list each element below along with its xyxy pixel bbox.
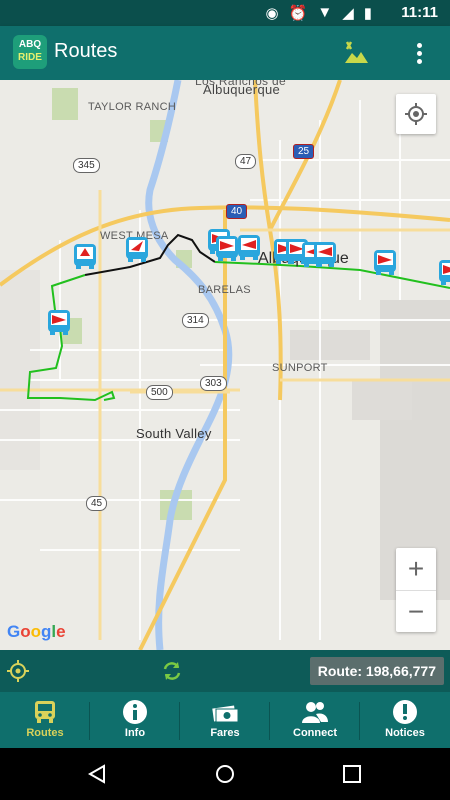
- signal-icon: ◢: [342, 5, 354, 22]
- bus-icon: [35, 701, 55, 723]
- tab-notices[interactable]: Notices: [360, 692, 450, 748]
- app-bar: ABQ RIDE Routes: [0, 26, 450, 80]
- alarm-icon: ⏰: [288, 5, 308, 22]
- location-icon: ◉: [265, 5, 279, 22]
- bus-marker[interactable]: [46, 308, 72, 336]
- tab-fares[interactable]: Fares: [180, 692, 270, 748]
- tab-info-label: Info: [124, 727, 146, 739]
- label-south-valley: South Valley: [136, 426, 212, 441]
- people-icon: [302, 702, 328, 723]
- info-icon: [123, 700, 147, 724]
- bus-marker[interactable]: [372, 248, 398, 276]
- app-logo: ABQ RIDE: [13, 35, 47, 69]
- target-icon[interactable]: [6, 659, 30, 683]
- map-view[interactable]: TAYLOR RANCH Los Ranchos de Albuquerque …: [0, 80, 450, 650]
- route-303-shield: 303: [200, 376, 227, 391]
- bus-marker[interactable]: [124, 235, 150, 263]
- recents-icon[interactable]: [342, 764, 362, 784]
- route-selector-button[interactable]: Route: 198,66,777: [309, 657, 444, 685]
- tab-fares-label: Fares: [210, 727, 240, 739]
- overflow-menu-icon[interactable]: [412, 40, 426, 66]
- money-icon: [212, 705, 239, 723]
- label-sunport: SUNPORT: [272, 362, 328, 374]
- tab-connect[interactable]: Connect: [270, 692, 360, 748]
- interstate-25-shield: 25: [293, 144, 315, 159]
- zoom-in-button[interactable]: +: [396, 548, 436, 590]
- tab-routes-label: Routes: [26, 727, 64, 739]
- route-toolbar: Route: 198,66,777: [0, 650, 450, 692]
- status-icons: ◉ ⏰ ▼ ◢ ▮: [266, 4, 372, 22]
- status-bar: ◉ ⏰ ▼ ◢ ▮ 11:11: [0, 0, 450, 26]
- route-47-shield: 47: [235, 154, 257, 169]
- tab-info[interactable]: Info: [90, 692, 180, 748]
- tab-notices-label: Notices: [385, 727, 425, 739]
- my-location-button[interactable]: [396, 94, 436, 134]
- page-title: Routes: [54, 40, 118, 62]
- label-barelas: BARELAS: [198, 284, 251, 296]
- label-albuquerque-north: Albuquerque: [203, 82, 281, 97]
- route-500-shield: 500: [146, 385, 173, 400]
- interstate-40-shield: 40: [226, 204, 248, 219]
- route-314-shield: 314: [182, 313, 209, 328]
- zoom-controls: + −: [396, 548, 436, 632]
- back-icon[interactable]: [86, 763, 108, 785]
- home-icon[interactable]: [214, 763, 236, 785]
- bus-marker[interactable]: [312, 240, 338, 268]
- tab-routes[interactable]: Routes: [0, 692, 90, 748]
- wifi-icon: ▼: [317, 4, 333, 21]
- bus-marker[interactable]: [437, 258, 450, 286]
- google-attribution: Google: [7, 622, 66, 641]
- refresh-icon[interactable]: [160, 659, 184, 683]
- map-base: [0, 80, 450, 650]
- alert-icon: [393, 700, 417, 724]
- route-45-shield: 45: [86, 496, 108, 511]
- battery-icon: ▮: [363, 5, 372, 22]
- crosshair-icon: [405, 103, 427, 125]
- route-345-shield: 345: [73, 158, 100, 173]
- tab-connect-label: Connect: [293, 727, 337, 739]
- bus-marker[interactable]: [72, 242, 98, 270]
- logo-top-text: ABQ: [18, 39, 42, 50]
- map-style-icon[interactable]: [342, 39, 370, 67]
- label-taylor-ranch: TAYLOR RANCH: [88, 101, 177, 113]
- logo-bottom-text: RIDE: [18, 52, 42, 63]
- zoom-out-button[interactable]: −: [396, 591, 436, 633]
- bottom-navigation: Routes Info Fares Connect Notices: [0, 692, 450, 748]
- bus-marker[interactable]: [236, 233, 262, 261]
- system-navigation-bar: [0, 748, 450, 800]
- clock: 11:11: [401, 4, 438, 21]
